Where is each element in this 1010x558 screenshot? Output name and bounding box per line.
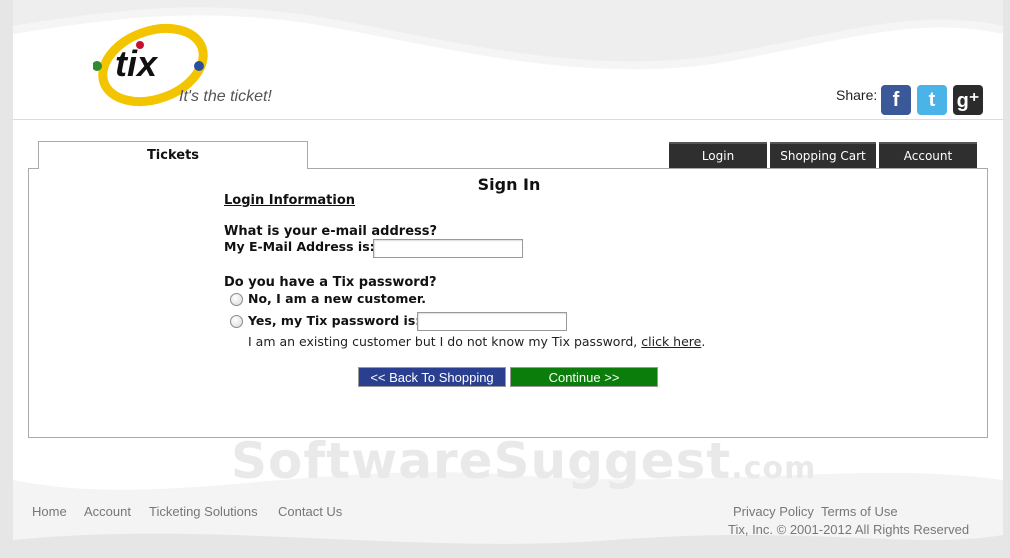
- tagline: It's the ticket!: [179, 88, 272, 105]
- footer-link-privacy-policy[interactable]: Privacy Policy: [733, 504, 814, 519]
- new-customer-label: No, I am a new customer.: [248, 291, 426, 306]
- back-to-shopping-button[interactable]: << Back To Shopping: [358, 367, 506, 387]
- footer-link-ticketing-solutions[interactable]: Ticketing Solutions: [149, 504, 258, 519]
- watermark-main: SoftwareSuggest: [231, 432, 732, 490]
- sign-in-panel: Sign In Login Information What is your e…: [28, 168, 988, 438]
- footer-link-home[interactable]: Home: [32, 504, 67, 519]
- facebook-icon[interactable]: f: [881, 85, 911, 115]
- watermark-suffix: .com: [731, 451, 817, 486]
- forgot-password-message: I am an existing customer but I do not k…: [248, 334, 638, 349]
- copyright: Tix, Inc. © 2001-2012 All Rights Reserve…: [728, 522, 970, 537]
- svg-text:tix: tix: [115, 43, 159, 84]
- shopping-cart-button[interactable]: Shopping Cart: [770, 142, 876, 168]
- existing-customer-label: Yes, my Tix password is:: [248, 313, 421, 328]
- password-question: Do you have a Tix password?: [224, 275, 437, 290]
- header-divider: [13, 119, 1003, 120]
- new-customer-radio[interactable]: [230, 293, 243, 306]
- page-title: Sign In: [477, 175, 541, 194]
- page-sheet: tix It's the ticket! Share: f t g⁺ Ticke…: [13, 0, 1003, 558]
- password-input[interactable]: [417, 312, 567, 331]
- existing-customer-radio[interactable]: [230, 315, 243, 328]
- continue-button[interactable]: Continue >>: [510, 367, 658, 387]
- share-label: Share:: [836, 87, 878, 103]
- twitter-icon[interactable]: t: [917, 85, 947, 115]
- footer-link-contact-us[interactable]: Contact Us: [278, 504, 342, 519]
- forgot-period: .: [701, 334, 706, 349]
- watermark: SoftwareSuggest.com: [231, 432, 816, 490]
- footer-link-account[interactable]: Account: [84, 504, 131, 519]
- email-question: What is your e-mail address?: [224, 224, 438, 239]
- tab-tickets[interactable]: Tickets: [38, 141, 308, 169]
- google-plus-icon[interactable]: g⁺: [953, 85, 983, 115]
- account-button[interactable]: Account: [879, 142, 977, 168]
- email-label: My E-Mail Address is:: [224, 239, 375, 254]
- email-input[interactable]: [373, 239, 523, 258]
- login-button[interactable]: Login: [669, 142, 767, 168]
- forgot-password-text: I am an existing customer but I do not k…: [248, 334, 705, 349]
- footer-link-terms-of-use[interactable]: Terms of Use: [821, 504, 898, 519]
- forgot-password-link[interactable]: click here: [641, 334, 701, 349]
- section-heading: Login Information: [224, 193, 356, 208]
